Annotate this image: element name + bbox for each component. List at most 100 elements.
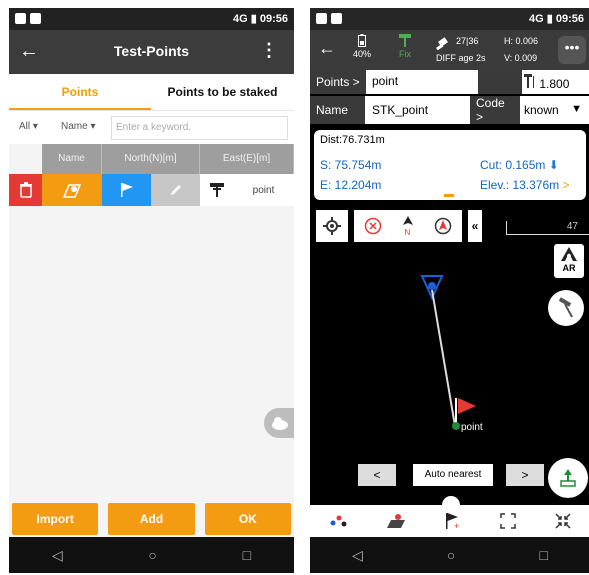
back-arrow-icon[interactable]: ←	[318, 38, 336, 59]
status-time: 09:56	[259, 13, 288, 25]
list-area	[9, 206, 294, 537]
stake-button[interactable]	[102, 174, 151, 206]
status-time: 09:56	[555, 13, 584, 25]
recents-nav-icon[interactable]: □	[243, 547, 251, 563]
home-nav-icon[interactable]: ○	[447, 547, 455, 563]
name-row: Name STK_point Code > known ▼	[310, 96, 589, 124]
edit-button[interactable]	[151, 174, 200, 206]
table-row: point	[9, 174, 294, 206]
system-nav-bar: ◁ ○ □	[310, 537, 589, 573]
title-bar: ← Test-Points ⋮	[9, 30, 294, 74]
height-icon	[524, 74, 534, 88]
record-point-button[interactable]	[548, 458, 588, 498]
network-indicator: 4G	[233, 13, 248, 25]
more-menu-button[interactable]: •••	[558, 36, 586, 64]
clear-icon[interactable]	[364, 217, 382, 235]
antenna-height[interactable]: 1.800	[524, 74, 569, 91]
column-north: North(N)[m]	[102, 144, 200, 174]
instrument-icon	[200, 174, 233, 206]
keyword-input[interactable]: Enter a keyword.	[111, 116, 288, 140]
battery-status: 40%	[346, 34, 378, 59]
north-up-icon[interactable]: N	[401, 216, 415, 236]
filter-bar: All ▾ Name ▾ Enter a keyword.	[9, 110, 294, 144]
point-input[interactable]: point	[372, 74, 398, 88]
delete-button[interactable]	[9, 174, 42, 206]
satellite-count: 27|36	[456, 36, 479, 46]
back-nav-icon[interactable]: ◁	[52, 547, 63, 564]
satellite-icon	[435, 36, 452, 52]
bottom-toolbar: +	[310, 505, 589, 537]
h-precision: H: 0.006	[504, 36, 539, 46]
zoom-center-icon[interactable]	[555, 513, 571, 529]
recents-nav-icon[interactable]: □	[539, 547, 547, 563]
trash-icon	[19, 182, 32, 198]
divider-block	[478, 70, 522, 94]
code-label[interactable]: Code >	[470, 96, 520, 124]
name-input[interactable]: STK_point	[372, 103, 428, 117]
tab-points-to-be-staked[interactable]: Points to be staked	[151, 74, 294, 110]
target-point-dot	[452, 422, 460, 430]
network-indicator: 4G	[529, 13, 544, 25]
v-precision: V: 0.009	[504, 53, 538, 63]
points-scatter-icon[interactable]	[329, 514, 347, 528]
map-pin-icon	[63, 184, 81, 198]
chevron-right-icon: >	[562, 178, 570, 192]
code-dropdown-icon[interactable]: ▼	[571, 103, 582, 115]
back-nav-icon[interactable]: ◁	[352, 547, 363, 564]
gear-icon	[323, 217, 341, 235]
target-flag-icon	[458, 398, 476, 414]
tab-bar: Points Points to be staked	[9, 74, 294, 110]
tab-points[interactable]: Points	[9, 74, 151, 110]
type-dropdown[interactable]: All ▾	[19, 121, 38, 132]
distance: Dist:76.731m	[320, 134, 385, 146]
field-dropdown[interactable]: Name ▾	[61, 121, 96, 132]
battery-icon	[358, 34, 366, 47]
ok-button[interactable]: OK	[204, 503, 291, 535]
gnss-info-bar: ← 40% Fix 27|36 DIFF age 2s H: 0.006 V: …	[310, 30, 589, 70]
next-point-button[interactable]: >	[506, 464, 544, 486]
map-locate-button[interactable]	[42, 174, 102, 206]
heading-icon[interactable]	[434, 217, 452, 235]
card-handle[interactable]	[444, 194, 454, 197]
cloud-icon	[272, 417, 288, 430]
svg-text:N: N	[404, 228, 410, 236]
stake-info-card: Dist:76.731m S: 75.754m E: 12.204m Cut: …	[314, 130, 586, 200]
current-position-dot	[428, 282, 436, 290]
guidance-line	[431, 289, 456, 427]
status-bar: 4G ▮ 09:56	[310, 8, 589, 30]
points-selector-row: Points > point 1.800	[310, 70, 589, 94]
collapse-toolbar-icon[interactable]: «	[468, 210, 482, 242]
zoom-extent-icon[interactable]	[500, 513, 517, 529]
row-name: point	[252, 184, 275, 196]
cut-value: Cut: 0.165m ⬇	[480, 158, 559, 172]
column-east: East(E)[m]	[200, 144, 294, 174]
more-options-icon[interactable]: ⋮	[260, 40, 278, 61]
map-control-group: N	[354, 210, 462, 242]
record-icon	[560, 469, 576, 487]
down-arrow-icon: ⬇	[548, 158, 559, 172]
stake-add-icon[interactable]: +	[444, 512, 462, 530]
import-button[interactable]: Import	[12, 503, 99, 535]
map-point-icon[interactable]	[386, 513, 406, 529]
system-nav-bar: ◁ ○ □	[9, 537, 294, 573]
auto-nearest-button[interactable]: Auto nearest	[413, 464, 493, 486]
diff-age: DIFF age 2s	[436, 53, 486, 63]
settings-button[interactable]	[316, 210, 348, 242]
action-buttons: Import Add OK	[12, 503, 291, 535]
previous-point-button[interactable]: <	[358, 464, 396, 486]
pencil-icon	[170, 185, 181, 195]
svg-text:+: +	[454, 521, 459, 530]
code-value[interactable]: known	[524, 103, 559, 117]
points-label[interactable]: Points >	[310, 70, 366, 94]
name-label: Name	[310, 96, 365, 124]
add-button[interactable]: Add	[108, 503, 195, 535]
status-bar: 4G ▮ 09:56	[9, 8, 294, 30]
home-nav-icon[interactable]: ○	[148, 547, 156, 563]
cloud-sync-button[interactable]	[264, 408, 294, 438]
column-name: Name	[42, 144, 102, 174]
elevation-value: Elev.: 13.376m >	[480, 178, 570, 192]
map-toolbar: N «	[316, 210, 482, 242]
scale-bar: 47	[506, 221, 589, 235]
flag-icon	[120, 183, 133, 197]
table-header: Name North(N)[m] East(E)[m]	[42, 144, 294, 174]
